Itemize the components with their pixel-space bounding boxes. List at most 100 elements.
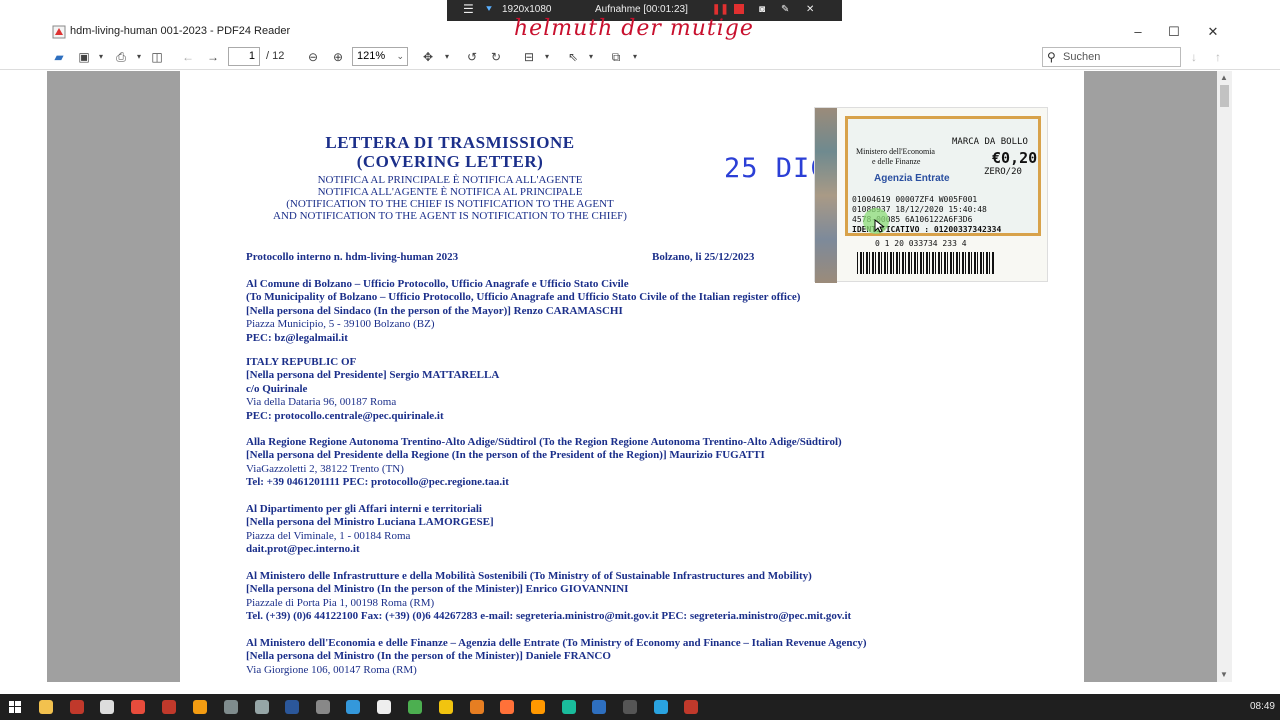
menu-icon[interactable]: ☰ bbox=[463, 2, 474, 16]
chrome-icon[interactable] bbox=[408, 700, 422, 714]
app-icon[interactable] bbox=[346, 700, 360, 714]
letter-subheading: NOTIFICA AL PRINCIPALE È NOTIFICA ALL'AG… bbox=[250, 174, 650, 222]
pen-icon[interactable]: ✎ bbox=[781, 4, 789, 15]
pan-dropdown-icon[interactable]: ▾ bbox=[442, 48, 452, 66]
app-icon[interactable] bbox=[377, 700, 391, 714]
forward-arrow-icon[interactable]: → bbox=[206, 48, 220, 66]
subheading-line: AND NOTIFICATION TO THE AGENT IS NOTIFIC… bbox=[273, 210, 627, 222]
external-edit-icon[interactable]: ⧉ bbox=[609, 48, 623, 66]
document-viewer[interactable]: LETTERA DI TRASMISSIONE (COVERING LETTER… bbox=[47, 71, 1217, 682]
bollo-sub: ZERO/20 bbox=[984, 167, 1022, 177]
telegram-icon[interactable] bbox=[654, 700, 668, 714]
subheading-line: NOTIFICA AL PRINCIPALE È NOTIFICA ALL'AG… bbox=[317, 174, 583, 186]
print-icon[interactable]: ⎙ bbox=[114, 48, 128, 66]
search-placeholder: Suchen bbox=[1063, 51, 1101, 63]
zoom-select[interactable]: 121% ⌄ bbox=[352, 47, 408, 66]
chevron-down-icon: ⌄ bbox=[396, 51, 404, 61]
bollo-value: €0,20 bbox=[992, 149, 1038, 167]
windows-start-icon[interactable] bbox=[9, 701, 21, 713]
app-icon[interactable] bbox=[224, 700, 238, 714]
camera-icon[interactable]: ◙ bbox=[759, 4, 765, 15]
vertical-scrollbar[interactable]: ▲ ▼ bbox=[1217, 71, 1232, 682]
recorder-status: Aufnahme [00:01:23] bbox=[595, 4, 688, 15]
file-explorer-icon[interactable] bbox=[39, 700, 53, 714]
app-icon[interactable] bbox=[162, 700, 176, 714]
recipient-line: Al Comune di Bolzano – Ufficio Protocoll… bbox=[246, 278, 629, 290]
app-icon[interactable] bbox=[562, 700, 576, 714]
notepad-icon[interactable] bbox=[100, 700, 114, 714]
app-icon[interactable] bbox=[255, 700, 269, 714]
page-total: / 12 bbox=[266, 50, 285, 62]
mouse-pointer-icon bbox=[874, 219, 884, 233]
recipient-line: Al Ministero delle Infrastrutture e dell… bbox=[246, 570, 812, 582]
recipient-line: [Nella persona del Presidente] Sergio MA… bbox=[246, 369, 500, 382]
pdf24-taskbar-icon[interactable] bbox=[684, 700, 698, 714]
subheading-line: (NOTIFICATION TO THE CHIEF IS NOTIFICATI… bbox=[286, 198, 614, 210]
recipient-line: Al Ministero dell'Economia e delle Finan… bbox=[246, 637, 867, 649]
filezilla-icon[interactable] bbox=[70, 700, 84, 714]
recipient-line: ViaGazzoletti 2, 38122 Trento (TN) bbox=[246, 462, 404, 475]
stop-icon[interactable] bbox=[734, 4, 744, 14]
terminal-icon[interactable] bbox=[623, 700, 637, 714]
windows-taskbar: 08:49 bbox=[0, 694, 1280, 720]
open-folder-icon[interactable]: ▰ bbox=[51, 48, 67, 66]
print-dropdown-icon[interactable]: ▾ bbox=[134, 48, 144, 66]
select-cursor-icon[interactable]: ⇖ bbox=[566, 48, 580, 66]
app-icon[interactable] bbox=[470, 700, 484, 714]
zoom-in-icon[interactable]: ⊕ bbox=[331, 48, 345, 66]
recipient-line: [Nella persona del Ministro Luciana LAMO… bbox=[246, 516, 494, 529]
rotate-left-icon[interactable]: ↺ bbox=[465, 48, 479, 66]
scroll-down-icon[interactable]: ▼ bbox=[1220, 670, 1228, 679]
bollo-marca: MARCA DA BOLLO bbox=[952, 137, 1028, 147]
window-title: hdm-living-human 001-2023 - PDF24 Reader bbox=[70, 25, 291, 37]
recipient-line: [Nella persona del Presidente della Regi… bbox=[246, 449, 765, 462]
zoom-value: 121% bbox=[357, 50, 386, 62]
pdf-page: LETTERA DI TRASMISSIONE (COVERING LETTER… bbox=[180, 71, 1084, 682]
heading-line: (COVERING LETTER) bbox=[356, 152, 544, 171]
scrollbar-thumb[interactable] bbox=[1220, 85, 1229, 107]
pin-icon[interactable]: ⯆ bbox=[485, 4, 493, 15]
recipient-line: (To Municipality of Bolzano – Ufficio Pr… bbox=[246, 291, 801, 304]
layout-dropdown-icon[interactable]: ▾ bbox=[542, 48, 552, 66]
minimize-button[interactable]: – bbox=[1128, 22, 1148, 42]
app-icon[interactable] bbox=[531, 700, 545, 714]
recorder-close-icon[interactable]: ✕ bbox=[806, 4, 814, 15]
search-prev-icon[interactable]: ↑ bbox=[1211, 48, 1225, 66]
pause-icon[interactable]: ❚❚ bbox=[712, 4, 729, 15]
recipient-line: Piazzale di Porta Pia 1, 00198 Roma (RM) bbox=[246, 596, 435, 609]
save-icon[interactable] bbox=[592, 700, 606, 714]
bollo-code: 01004619 00007ZF4 W005F001 bbox=[852, 195, 978, 204]
app-icon[interactable] bbox=[316, 700, 330, 714]
pan-icon[interactable]: ✥ bbox=[421, 48, 435, 66]
agenzia-entrate-logo: Agenzia Entrate bbox=[874, 173, 950, 184]
scroll-up-icon[interactable]: ▲ bbox=[1220, 73, 1228, 82]
app-icon[interactable] bbox=[439, 700, 453, 714]
search-next-icon[interactable]: ↓ bbox=[1187, 48, 1201, 66]
vlc-icon[interactable] bbox=[193, 700, 207, 714]
recorder-icon[interactable] bbox=[131, 700, 145, 714]
recipient-line: Tel: +39 0461201111 PEC: protocollo@pec.… bbox=[246, 476, 509, 489]
recipient-line: PEC: protocollo.centrale@pec.quirinale.i… bbox=[246, 409, 444, 422]
word-icon[interactable] bbox=[285, 700, 299, 714]
sidebar-toggle-icon[interactable]: ◫ bbox=[150, 48, 164, 66]
recipient-line: Via Giorgione 106, 00147 Roma (RM) bbox=[246, 663, 417, 676]
save-icon[interactable]: ▣ bbox=[77, 48, 91, 66]
close-button[interactable]: ✕ bbox=[1203, 22, 1223, 42]
recipient-line: dait.prot@pec.interno.it bbox=[246, 543, 360, 556]
page-number-input[interactable]: 1 bbox=[228, 47, 260, 66]
recipient-line: [Nella persona del Sindaco (In the perso… bbox=[246, 304, 623, 317]
maximize-button[interactable]: ☐ bbox=[1164, 22, 1184, 42]
taskbar-clock: 08:49 bbox=[1249, 701, 1275, 712]
back-arrow-icon[interactable]: ← bbox=[181, 48, 195, 66]
firefox-icon[interactable] bbox=[500, 700, 514, 714]
zoom-out-icon[interactable]: ⊖ bbox=[306, 48, 320, 66]
page-layout-icon[interactable]: ⊟ bbox=[522, 48, 536, 66]
recipient-line: Via della Dataria 96, 00187 Roma bbox=[246, 396, 397, 409]
barcode-text: 0 1 20 033734 233 4 bbox=[875, 239, 967, 248]
search-input[interactable]: ⚲ Suchen bbox=[1042, 47, 1181, 67]
cursor-dropdown-icon[interactable]: ▾ bbox=[586, 48, 596, 66]
edit-dropdown-icon[interactable]: ▾ bbox=[630, 48, 640, 66]
rotate-right-icon[interactable]: ↻ bbox=[489, 48, 503, 66]
save-dropdown-icon[interactable]: ▾ bbox=[96, 48, 106, 66]
recorder-resolution: 1920x1080 bbox=[502, 4, 552, 15]
